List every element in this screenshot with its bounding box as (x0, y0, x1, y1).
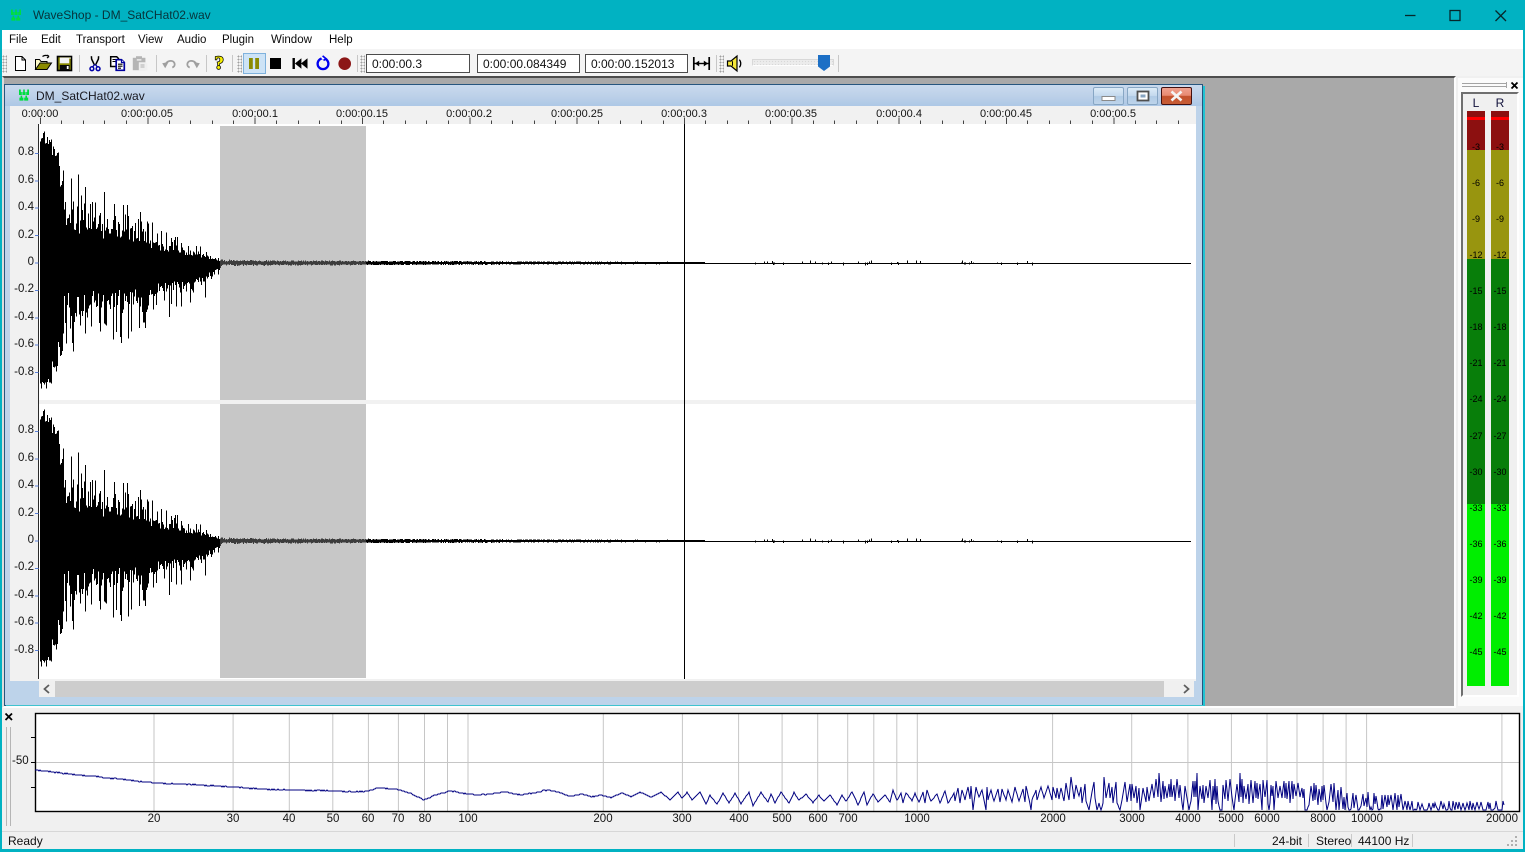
svg-text:?: ? (215, 53, 225, 73)
